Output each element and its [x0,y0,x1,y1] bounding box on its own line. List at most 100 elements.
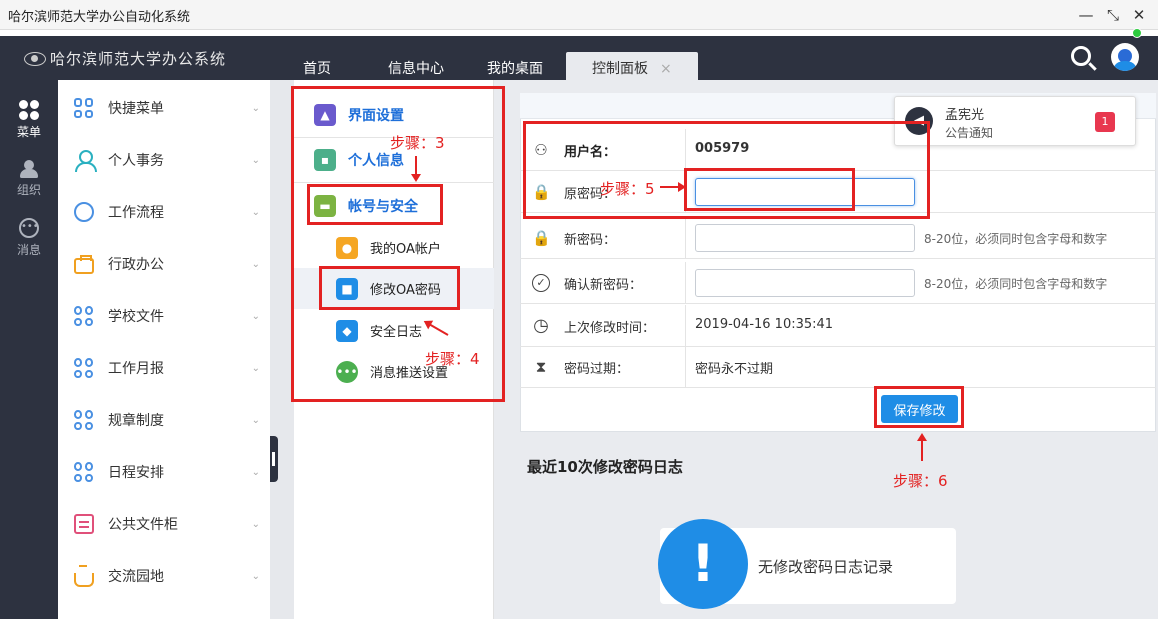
menu-item-label: 日程安排 [108,465,164,481]
confirm-password-hint: 8-20位，必须同时包含字母和数字 [924,277,1108,291]
strip-item-messages[interactable]: ••• 消息 [0,218,58,258]
hourglass-icon: ⧗ [535,358,547,376]
minimize-icon[interactable]: — [1075,4,1097,26]
grid-icon [74,462,94,482]
cabinet-icon [74,514,94,534]
menu-item-label: 学校文件 [108,309,164,325]
grid-icon [74,98,94,118]
row-confirm-password: ✓ 确认新密码： 8-20位，必须同时包含字母和数字 [520,262,1156,304]
menu-item-shortcuts[interactable]: 快捷菜单 ⌄ [58,82,270,134]
annotation-step6: 步骤：6 [893,472,948,490]
tab-my-desktop[interactable]: 我的桌面 [487,58,543,78]
main-menu: 快捷菜单 ⌄ 个人事务 ⌄ 工作流程 ⌄ 行政办公 ⌄ 学校文件 ⌄ 工作月报 … [58,80,270,619]
grid-icon [74,306,94,326]
app-logo: 哈尔滨师范大学办公系统 [24,48,226,69]
annotation-box-step5 [684,168,855,211]
menu-item-regulations[interactable]: 规章制度 ⌄ [58,394,270,446]
top-navigation: 哈尔滨师范大学办公系统 首页 信息中心 我的桌面 控制面板 × [0,28,1158,82]
person-icon [74,150,97,172]
last-modified-label: 上次修改时间： [564,320,656,336]
menu-item-file-cabinet[interactable]: 公共文件柜 ⌄ [58,498,270,550]
notification-type: 公告通知 [945,126,994,140]
chevron-down-icon: ⌄ [251,518,260,530]
menu-item-label: 交流园地 [108,569,164,585]
logo-mark-icon [24,51,46,66]
menu-item-monthly-report[interactable]: 工作月报 ⌄ [58,342,270,394]
menu-item-workflow[interactable]: 工作流程 ⌄ [58,186,270,238]
strip-item-menu[interactable]: 菜单 [0,100,58,140]
avatar[interactable] [1111,43,1139,71]
chevron-down-icon: ⌄ [251,258,260,270]
briefcase-icon [74,255,94,274]
exclamation-icon: ! [658,519,748,609]
confirm-password-label: 确认新密码： [564,277,643,293]
notification-count-badge: 1 [1095,112,1115,132]
confirm-password-input[interactable] [695,269,915,297]
annotation-step5: 步骤：5 [600,180,655,198]
tab-close-icon[interactable]: × [660,61,672,77]
chevron-down-icon: ⌄ [251,154,260,166]
clock-icon: ◷ [533,315,549,336]
window-title: 哈尔滨师范大学办公自动化系统 [8,10,191,25]
chevron-down-icon: ⌄ [251,570,260,582]
empty-log-text: 无修改密码日志记录 [758,558,894,576]
strip-label-menu: 菜单 [16,125,41,139]
expiry-label: 密码过期： [564,361,630,377]
people-icon [18,160,40,178]
chevron-down-icon: ⌄ [251,102,260,114]
row-new-password: 🔒 新密码： 8-20位，必须同时包含字母和数字 [520,217,1156,259]
menu-item-forum[interactable]: 交流园地 ⌄ [58,550,270,602]
grid-icon [74,410,94,430]
menu-item-schedule[interactable]: 日程安排 ⌄ [58,446,270,498]
annotation-arrow-icon [921,435,923,461]
chevron-down-icon: ⌄ [251,310,260,322]
annotation-box-step4 [319,266,460,310]
tab-control-panel[interactable]: 控制面板 × [566,52,698,82]
maximize-icon[interactable]: ⤡ [1102,4,1124,26]
check-circle-icon: ✓ [532,274,550,292]
menu-item-label: 个人事务 [108,153,164,169]
strip-label-org: 组织 [16,183,41,197]
search-icon[interactable] [1071,46,1091,66]
menu-item-label: 行政办公 [108,257,164,273]
menu-item-school-files[interactable]: 学校文件 ⌄ [58,290,270,342]
menu-item-label: 公共文件柜 [108,517,178,533]
chevron-down-icon: ⌄ [251,362,260,374]
close-icon[interactable]: ✕ [1128,4,1150,26]
grid-icon [74,358,94,378]
strip-item-org[interactable]: 组织 [0,160,58,198]
online-status-icon [1132,28,1142,38]
annotation-step4: 步骤：4 [425,350,480,368]
menu-item-admin[interactable]: 行政办公 ⌄ [58,238,270,290]
new-password-input[interactable] [695,224,915,252]
grid-icon [19,100,39,120]
notification-sender: 孟宪光 [945,108,985,123]
window-titlebar: 哈尔滨师范大学办公自动化系统 — ⤡ ✕ [0,0,1158,30]
new-password-hint: 8-20位，必须同时包含字母和数字 [924,232,1108,246]
chevron-down-icon: ⌄ [251,414,260,426]
annotation-arrow-icon [660,182,686,192]
new-password-label: 新密码： [564,232,617,248]
menu-item-label: 快捷菜单 [108,101,164,117]
annotation-arrow-icon [415,156,417,180]
log-title: 最近10次修改密码日志 [527,458,683,476]
row-expiry: ⧗ 密码过期： 密码永不过期 [520,346,1156,388]
row-last-modified: ◷ 上次修改时间： 2019-04-16 10:35:41 [520,305,1156,347]
menu-item-label: 工作月报 [108,361,164,377]
collapse-handle-icon[interactable] [270,436,278,482]
icon-strip: 菜单 组织 ••• 消息 [0,80,58,619]
tab-control-panel-label: 控制面板 [592,61,648,77]
lock-outline-icon: 🔒 [532,229,551,247]
chevron-down-icon: ⌄ [251,206,260,218]
logo-text: 哈尔滨师范大学办公系统 [50,50,227,68]
menu-item-label: 工作流程 [108,205,164,221]
notification-popup[interactable]: ◀ 孟宪光 公告通知 1 [894,96,1136,146]
chevron-down-icon: ⌄ [251,466,260,478]
annotation-step3: 步骤：3 [390,134,445,152]
menu-item-personal[interactable]: 个人事务 ⌄ [58,134,270,186]
menu-item-label: 规章制度 [108,413,164,429]
cup-icon [74,565,94,587]
tab-home[interactable]: 首页 [303,58,331,78]
tab-info-center[interactable]: 信息中心 [388,58,444,78]
annotation-box-step6 [874,386,964,428]
